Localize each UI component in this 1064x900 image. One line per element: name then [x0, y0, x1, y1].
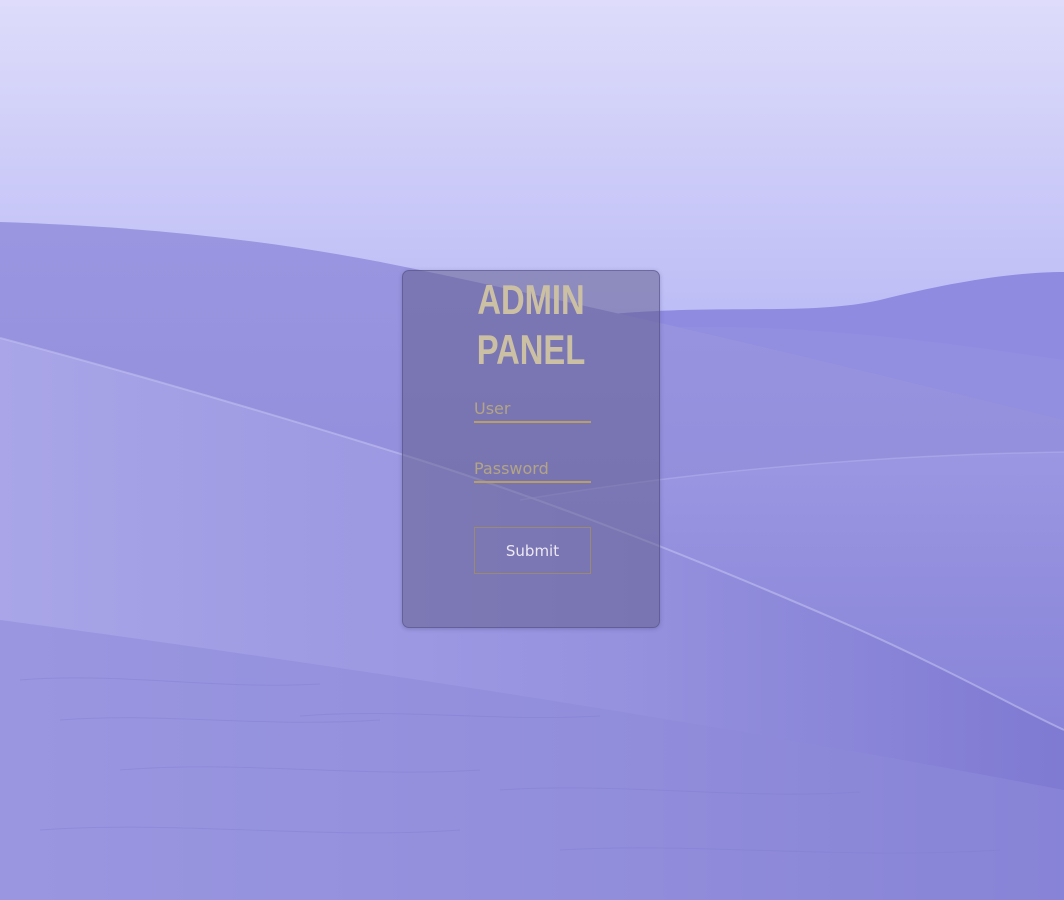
submit-button[interactable]: Submit [474, 527, 591, 574]
user-input[interactable] [474, 395, 591, 423]
page-title: ADMIN PANEL [476, 276, 586, 373]
login-card: ADMIN PANEL Submit [402, 270, 660, 628]
password-input[interactable] [474, 455, 591, 483]
